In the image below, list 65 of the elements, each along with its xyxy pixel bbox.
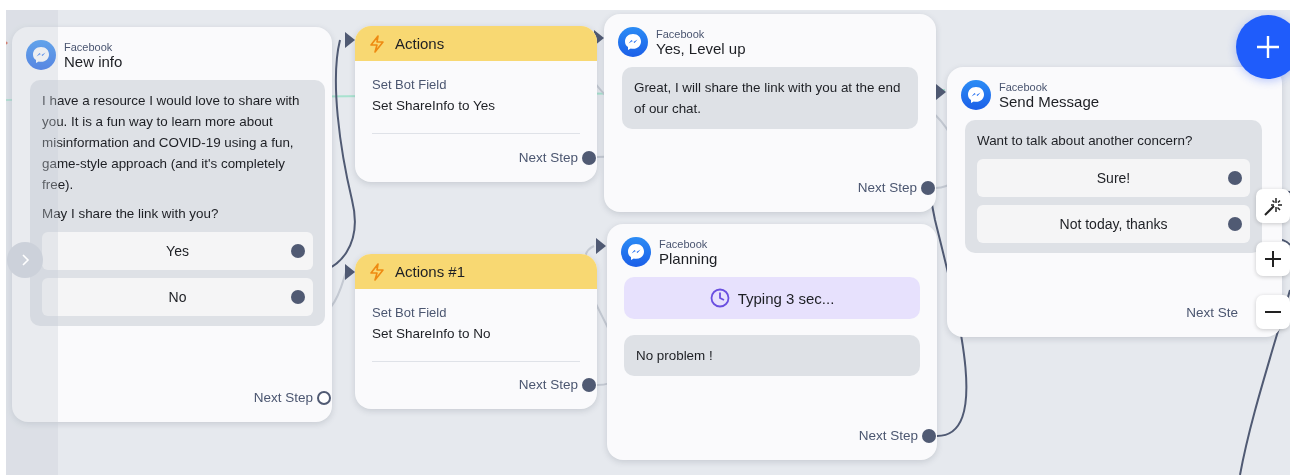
output-port[interactable] bbox=[291, 244, 305, 258]
message-text: Great, I will share the link with you at the end of our chat. bbox=[634, 79, 902, 118]
channel-label: Facebook bbox=[656, 27, 706, 40]
output-port[interactable] bbox=[582, 377, 596, 392]
output-port[interactable] bbox=[1228, 217, 1242, 231]
zoom-in-button[interactable] bbox=[1256, 242, 1290, 276]
action-label: Set Bot Field bbox=[372, 305, 448, 320]
node-title: Yes, Level up bbox=[656, 39, 746, 57]
next-step-label: Next Step bbox=[518, 377, 578, 392]
message-text: No problem ! bbox=[636, 347, 714, 365]
action-value: Set ShareInfo to No bbox=[372, 326, 492, 341]
quick-reply-button[interactable]: Not today, thanks bbox=[977, 205, 1250, 243]
flow-node[interactable]: Actions Set Bot Field Set ShareInfo to Yes Next Step bbox=[355, 26, 597, 182]
output-port[interactable] bbox=[317, 390, 331, 405]
quick-reply-button[interactable]: Yes bbox=[42, 232, 313, 270]
add-button[interactable] bbox=[1236, 15, 1290, 79]
flow-node[interactable] bbox=[12, 27, 332, 422]
channel-label: Facebook bbox=[659, 237, 709, 250]
output-port[interactable] bbox=[582, 150, 596, 165]
flow-node[interactable]: Facebook Yes, Level up Great, I will share the link with you at the end of our chat. Next Step bbox=[604, 14, 936, 212]
node-title: Planning bbox=[659, 249, 718, 267]
lightning-icon bbox=[369, 34, 385, 53]
flow-node[interactable]: Actions #1 Set Bot Field Set ShareInfo to No Next Step bbox=[355, 254, 597, 409]
messenger-icon bbox=[961, 80, 991, 110]
input-arrow-icon bbox=[345, 32, 355, 48]
channel-label: Facebook bbox=[64, 40, 114, 53]
magic-wand-button[interactable] bbox=[1256, 189, 1290, 223]
output-port[interactable] bbox=[922, 428, 936, 443]
zoom-out-button[interactable] bbox=[1256, 295, 1290, 329]
chevron-icon bbox=[20, 253, 30, 267]
action-value: Set ShareInfo to Yes bbox=[372, 98, 497, 113]
output-port[interactable] bbox=[1228, 171, 1242, 185]
node-title: Actions bbox=[395, 35, 445, 52]
next-step-label: Next Step bbox=[858, 428, 918, 443]
output-port[interactable] bbox=[921, 180, 935, 195]
input-arrow-icon bbox=[596, 238, 606, 254]
quick-reply-button[interactable]: Sure! bbox=[977, 159, 1250, 197]
message-text: May I share the link with you? bbox=[42, 205, 220, 223]
typing-indicator: Typing 3 sec... bbox=[624, 277, 920, 319]
channel-label: Facebook bbox=[999, 80, 1049, 93]
plus-icon bbox=[1263, 249, 1283, 269]
output-port[interactable] bbox=[291, 290, 305, 304]
input-arrow-icon bbox=[936, 84, 946, 100]
flow-node[interactable]: Facebook Planning Typing 3 sec... No problem ! Next Step bbox=[607, 224, 937, 460]
next-step-label: Next Step bbox=[857, 180, 917, 195]
action-label: Set Bot Field bbox=[372, 77, 448, 92]
plus-icon bbox=[1254, 33, 1282, 61]
messenger-icon bbox=[618, 27, 648, 57]
input-arrow-icon bbox=[345, 264, 355, 280]
clock-icon bbox=[709, 288, 730, 308]
flow-node[interactable]: Facebook Send Message Want to talk about another concern? Sure! Not today, thanks Next Ste bbox=[947, 67, 1282, 337]
next-step-label: Next Ste bbox=[1186, 305, 1238, 320]
message-text: I have a resource I would love to share with you. It is a fun way to learn more about misinformation and COVID-19 using a fun, game-style approach (and it's completely free). bbox=[42, 92, 301, 194]
quick-reply-button[interactable]: No bbox=[42, 278, 313, 316]
lightning-icon bbox=[369, 262, 385, 281]
message-text: Want to talk about another concern? bbox=[977, 132, 1194, 150]
node-title: Actions #1 bbox=[395, 263, 466, 280]
node-title: Send Message bbox=[999, 92, 1100, 110]
minus-icon bbox=[1265, 311, 1281, 313]
node-title: New info bbox=[64, 52, 123, 70]
magic-wand-icon bbox=[1262, 195, 1284, 217]
next-step-label: Next Step bbox=[518, 150, 578, 165]
messenger-icon bbox=[26, 40, 56, 70]
messenger-icon bbox=[621, 237, 651, 267]
next-step-label: Next Step bbox=[253, 390, 313, 405]
